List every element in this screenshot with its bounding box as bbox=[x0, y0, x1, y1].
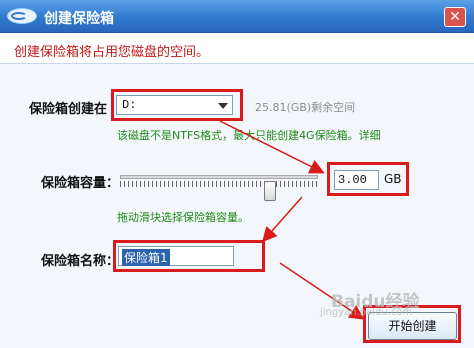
window-title: 创建保险箱 bbox=[44, 11, 114, 27]
capacity-slider-thumb[interactable] bbox=[264, 181, 276, 201]
drive-label: 保险箱创建在 bbox=[29, 102, 108, 117]
capacity-label: 保险箱容量： bbox=[41, 176, 120, 191]
name-label: 保险箱名称： bbox=[41, 254, 120, 269]
watermark-url: jingyan.baidu.com bbox=[320, 307, 413, 318]
create-safe-dialog: 创建保险箱 ✕ 创建保险箱将占用您磁盘的空间。 保险箱创建在 D: 25.81(… bbox=[0, 0, 474, 348]
annotation-box-name bbox=[113, 240, 265, 272]
annotation-box-capacity bbox=[327, 162, 409, 196]
capacity-slider-track[interactable] bbox=[120, 175, 318, 179]
header-divider bbox=[0, 63, 474, 64]
arrow-capacity-to-name bbox=[262, 196, 303, 243]
drive-hint: 该磁盘不是NTFS格式，最大只能创建4G保险箱。详细 bbox=[117, 129, 381, 142]
app-logo-icon bbox=[7, 8, 37, 24]
dialog-header: 创建保险箱将占用您磁盘的空间。 bbox=[0, 33, 474, 63]
annotation-box-drive bbox=[111, 89, 243, 121]
title-bar: 创建保险箱 ✕ bbox=[0, 0, 474, 33]
close-icon[interactable]: ✕ bbox=[444, 7, 466, 27]
header-message: 创建保险箱将占用您磁盘的空间。 bbox=[14, 45, 210, 60]
free-space-text: 25.81(GB)剩余空间 bbox=[255, 101, 356, 114]
capacity-slider-ticks bbox=[120, 181, 318, 187]
slider-hint: 拖动滑块选择保险箱容量。 bbox=[117, 211, 249, 224]
